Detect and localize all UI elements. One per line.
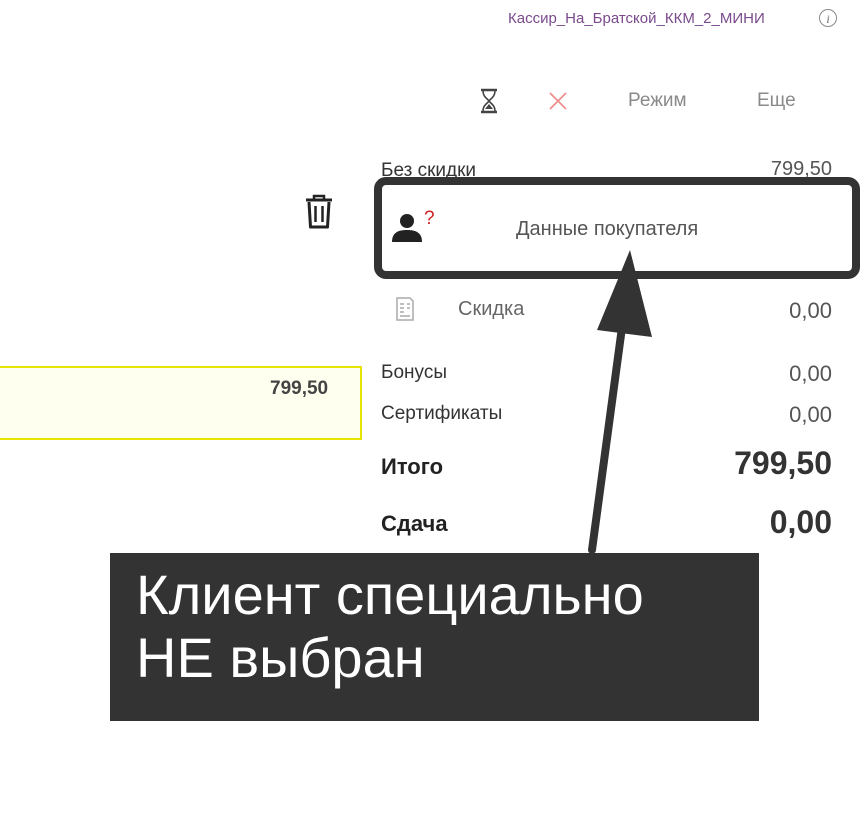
more-button[interactable]: Еще — [757, 90, 796, 112]
cart-item-price: 799,50 — [270, 378, 329, 399]
annotation-line-2: НЕ выбран — [136, 626, 425, 689]
hourglass-icon[interactable] — [478, 88, 500, 114]
annotation-note: Клиент специально НЕ выбран — [110, 553, 759, 721]
total-value: 799,50 — [734, 445, 832, 481]
discount-label[interactable]: Скидка — [458, 298, 524, 321]
customer-data-label: Данные покупателя — [516, 218, 699, 240]
person-icon — [390, 212, 424, 244]
unknown-customer-mark: ? — [424, 208, 435, 229]
bonuses-value: 0,00 — [789, 361, 832, 386]
mode-button[interactable]: Режим — [628, 90, 687, 112]
certificates-label: Сертификаты — [381, 403, 503, 424]
trash-icon[interactable] — [303, 194, 335, 230]
certificates-value: 0,00 — [789, 402, 832, 427]
change-value: 0,00 — [769, 504, 832, 540]
bonuses-label: Бонусы — [381, 362, 447, 383]
cashier-name[interactable]: Кассир_На_Братской_ККМ_2_МИНИ — [508, 10, 765, 27]
receipt-icon — [394, 296, 416, 322]
close-icon[interactable] — [547, 90, 569, 112]
discount-value: 0,00 — [789, 298, 832, 323]
info-icon[interactable]: i — [819, 9, 837, 27]
annotation-line-1: Клиент специально — [136, 563, 644, 626]
total-label: Итого — [381, 454, 444, 479]
change-label: Сдача — [381, 511, 448, 536]
